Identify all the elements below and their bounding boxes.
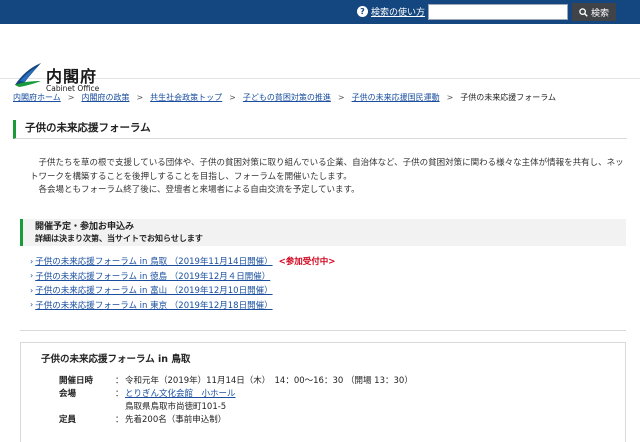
chevron-right-icon: > [337, 93, 345, 102]
info-colon [115, 401, 125, 414]
info-colon: ： [115, 389, 124, 399]
event-link-tokushima[interactable]: 子供の未来応援フォーラム in 徳島 （2019年12月４日開催） [35, 270, 270, 282]
search-button[interactable]: 検索 [572, 3, 616, 21]
breadcrumb-poverty[interactable]: 子どもの貧困対策の推進 [243, 92, 331, 103]
chevron-right-icon: > [67, 93, 75, 102]
info-colon: ： [115, 376, 124, 386]
event-info-table: 開催日時 ： 令和元年（2019年）11月14日（木） 14：00～16：30 … [59, 375, 413, 427]
schedule-heading: 開催予定・参加お申込み 詳細は決まり次第、当サイトでお知らせします [20, 219, 626, 246]
intro-text: 子供たちを草の根で支援している団体や、子供の貧困対策に取り組んでいる企業、自治体… [30, 157, 630, 198]
info-value: 令和元年（2019年）11月14日（木） 14：00～16：30 （開場 13：… [125, 376, 413, 386]
info-label: 開催日時 [59, 376, 94, 386]
breadcrumb-current: 子供の未来応援フォーラム [460, 93, 557, 102]
info-row-address: 鳥取県鳥取市尚徳町101-5 [59, 401, 413, 414]
arrow-right-icon: › [30, 285, 34, 295]
venue-address: 鳥取県鳥取市尚徳町101-5 [125, 402, 227, 412]
arrow-right-icon: › [30, 271, 34, 281]
divider [20, 330, 626, 331]
event-link-tottori[interactable]: 子供の未来応援フォーラム in 鳥取 （2019年11月14日開催） [35, 255, 272, 267]
info-value: とりぎん文化会館 小ホール [125, 388, 236, 401]
chevron-right-icon: > [136, 93, 144, 102]
venue-link[interactable]: とりぎん文化会館 小ホール [125, 389, 236, 399]
arrow-right-icon: › [30, 300, 34, 310]
event-link-toyama[interactable]: 子供の未来応援フォーラム in 富山 （2019年12月10日開催） [35, 284, 272, 296]
chevron-right-icon: > [229, 93, 236, 102]
page-title: 子供の未来応援フォーラム [13, 120, 627, 139]
search-button-label: 検索 [590, 7, 609, 18]
status-badge: <参加受付中> [278, 257, 336, 268]
cabinet-office-logo-icon[interactable] [13, 61, 43, 88]
top-bar: ? 検索の使い方 検索 [0, 0, 640, 24]
info-label [59, 401, 115, 414]
list-item: › 子供の未来応援フォーラム in 富山 （2019年12月10日開催） [30, 283, 335, 298]
schedule-title: 開催予定・参加お申込み [35, 222, 135, 232]
event-list: › 子供の未来応援フォーラム in 鳥取 （2019年11月14日開催） <参加… [30, 254, 335, 312]
search-input[interactable] [428, 4, 568, 20]
search-help-link[interactable]: 検索の使い方 [371, 5, 425, 18]
info-label: 会場 [59, 389, 77, 399]
event-link-tokyo[interactable]: 子供の未来応援フォーラム in 東京 （2019年12月18日開催） [35, 299, 272, 311]
chevron-right-icon: > [446, 93, 454, 102]
list-item: › 子供の未来応援フォーラム in 鳥取 （2019年11月14日開催） <参加… [30, 254, 335, 269]
list-item: › 子供の未来応援フォーラム in 徳島 （2019年12月４日開催） [30, 269, 335, 284]
breadcrumb-kyosei[interactable]: 共生社会政策トップ [150, 92, 222, 103]
intro-paragraph: 子供たちを草の根で支援している団体や、子供の貧困対策に取り組んでいる企業、自治体… [30, 158, 624, 182]
schedule-subtitle: 詳細は決まり次第、当サイトでお知らせします [35, 234, 203, 243]
breadcrumb-policy[interactable]: 内閣府の政策 [81, 92, 129, 103]
site-header: 内閣府 Cabinet Office [0, 24, 640, 93]
arrow-right-icon: › [30, 256, 34, 266]
intro-paragraph: 各会場ともフォーラム終了後に、登壇者と来場者による自由交流を予定しています。 [38, 185, 360, 195]
info-colon: ： [115, 415, 124, 425]
event-detail-panel: 子供の未来応援フォーラム in 鳥取 開催日時 ： 令和元年（2019年）11月… [20, 342, 626, 442]
question-icon: ? [357, 6, 368, 17]
info-label: 定員 [59, 415, 77, 425]
search-icon [579, 7, 588, 17]
info-row-datetime: 開催日時 ： 令和元年（2019年）11月14日（木） 14：00～16：30 … [59, 375, 413, 388]
breadcrumb-home[interactable]: 内閣府ホーム [13, 92, 61, 103]
info-value: 先着200名（事前申込制） [125, 415, 227, 425]
breadcrumb: 内閣府ホーム > 内閣府の政策 > 共生社会政策トップ > 子どもの貧困対策の推… [13, 92, 627, 103]
info-row-venue: 会場 ： とりぎん文化会館 小ホール [59, 388, 413, 401]
info-row-capacity: 定員 ： 先着200名（事前申込制） [59, 414, 413, 427]
list-item: › 子供の未来応援フォーラム in 東京 （2019年12月18日開催） [30, 298, 335, 313]
event-detail-title: 子供の未来応援フォーラム in 鳥取 [41, 354, 191, 365]
breadcrumb-movement[interactable]: 子供の未来応援国民運動 [352, 92, 440, 103]
search-help[interactable]: ? 検索の使い方 [357, 5, 425, 18]
